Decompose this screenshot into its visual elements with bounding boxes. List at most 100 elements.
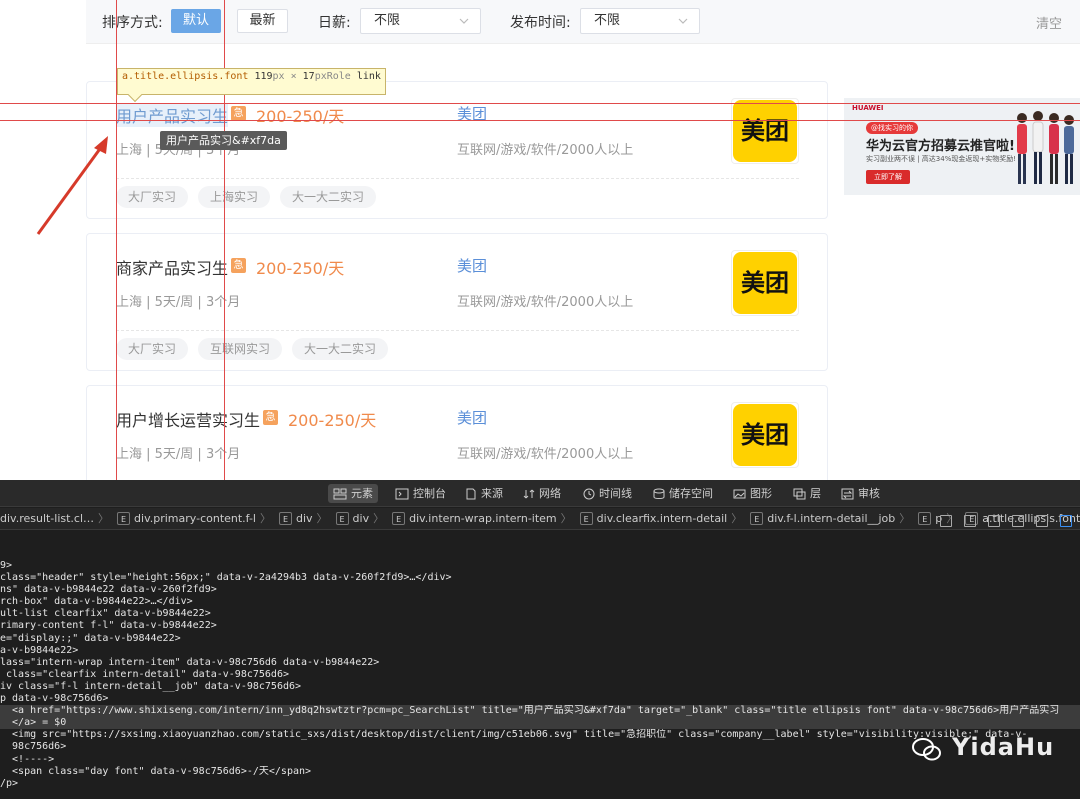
element-icon: E [117, 512, 131, 525]
layers-icon [793, 488, 806, 500]
ad-banner[interactable]: HUAWEI @找实习的你 华为云官方招募云推官啦! 实习副业两不误 | 高达3… [844, 98, 1080, 195]
inspect-height: 17 [302, 71, 315, 82]
dom-line[interactable]: ns" data-v-b9844e22 data-v-260f2fd9> [0, 584, 1080, 596]
publish-time-select-value: 不限 [594, 13, 621, 28]
company-industry: 互联网/游戏/软件/2000人以上 [457, 143, 634, 158]
dom-line[interactable]: lass="intern-wrap intern-item" data-v-98… [0, 657, 1080, 669]
company-logo[interactable]: 美团 [731, 250, 799, 316]
ad-badge: @找实习的你 [866, 122, 918, 134]
breadcrumb-item[interactable]: div.result-list.cl… 〉 [0, 508, 109, 529]
dom-line[interactable]: <span class="day font" data-v-98c756d6>-… [0, 766, 1080, 778]
job-title-link[interactable]: 用户增长运营实习生 [116, 407, 260, 431]
dom-line[interactable]: rimary-content f-l" data-v-b9844e22> [0, 620, 1080, 632]
tab-sources[interactable]: 来源 [460, 484, 508, 503]
breadcrumb-label: div.f-l.intern-detail__job [767, 512, 896, 525]
dom-line[interactable]: /p> [0, 778, 1080, 790]
print-icon[interactable] [964, 515, 976, 527]
dom-line[interactable]: rch-box" data-v-b9844e22>…</div> [0, 596, 1080, 608]
job-tag[interactable]: 互联网实习 [198, 338, 283, 360]
job-card[interactable]: 用户增长运营实习生 急 200-250/天 上海 | 5天/周 | 3个月 美团… [86, 385, 828, 495]
dom-line-selected[interactable]: <a href="https://www.shixiseng.com/inter… [0, 705, 1080, 718]
job-title-link[interactable]: 商家产品实习生 [116, 255, 228, 279]
clear-filters-link[interactable]: 清空 [1036, 13, 1062, 32]
element-icon: E [335, 512, 349, 525]
tab-audit[interactable]: 审核 [836, 484, 885, 503]
grid-icon[interactable] [940, 515, 952, 527]
inspect-width: 119 [254, 71, 273, 82]
breadcrumb-label: div.primary-content.f-l [134, 512, 256, 525]
dom-line[interactable]: p data-v-98c756d6> [0, 693, 1080, 705]
dom-line[interactable]: class="clearfix intern-detail" data-v-98… [0, 669, 1080, 681]
timeline-icon [583, 488, 595, 500]
tab-network[interactable]: 网络 [518, 484, 566, 503]
breadcrumb-item[interactable]: Ediv.primary-content.f-l 〉 [111, 508, 271, 529]
job-card[interactable]: 用户产品实习生 急 200-250/天 上海 | 5天/周 | 3个月 美团 互… [86, 81, 828, 219]
storage-icon [653, 488, 665, 499]
company-logo[interactable]: 美团 [731, 402, 799, 468]
company-logo[interactable]: 美团 [731, 98, 799, 164]
tab-timeline[interactable]: 时间线 [578, 484, 637, 503]
dom-line[interactable]: iv class="f-l intern-detail__job" data-v… [0, 681, 1080, 693]
pen-icon[interactable] [1036, 515, 1048, 527]
dom-line[interactable]: 9> [0, 560, 1080, 572]
inspect-times: × [284, 71, 303, 82]
salary-select[interactable]: 不限 [360, 8, 481, 34]
tab-label: 来源 [481, 487, 503, 500]
tab-storage[interactable]: 储存空间 [648, 484, 718, 503]
tab-label: 网络 [539, 487, 561, 500]
breadcrumb-label: div.intern-wrap.intern-item [409, 512, 557, 525]
tab-layers[interactable]: 层 [788, 484, 826, 503]
tab-label: 控制台 [413, 487, 446, 500]
huawei-logo: HUAWEI [852, 104, 884, 112]
job-salary: 200-250/天 [288, 411, 377, 430]
dom-line[interactable]: ult-list clearfix" data-v-b9844e22> [0, 608, 1080, 620]
sort-default-button[interactable]: 默认 [171, 9, 221, 33]
dock-sidebar-icon[interactable] [1060, 515, 1072, 527]
layout-icon[interactable] [1012, 515, 1024, 527]
wechat-icon [912, 738, 941, 761]
breadcrumb-label: div.result-list.cl… [0, 512, 95, 525]
job-card[interactable]: 商家产品实习生 急 200-250/天 上海 | 5天/周 | 3个月 美团 互… [86, 233, 828, 371]
inspect-selector: a.title.ellipsis.font [122, 71, 249, 82]
breadcrumb-item[interactable]: Ediv 〉 [273, 508, 328, 529]
screenshot-icon[interactable] [988, 515, 1000, 527]
dom-line[interactable]: a-v-b9844e22> [0, 645, 1080, 657]
urgent-badge-icon: 急 [231, 106, 246, 121]
tab-console[interactable]: 控制台 [390, 484, 451, 503]
breadcrumb-item[interactable]: Ediv.clearfix.intern-detail 〉 [574, 508, 742, 529]
company-industry: 互联网/游戏/软件/2000人以上 [457, 295, 634, 310]
salary-label: 日薪: [318, 15, 351, 31]
tab-label: 时间线 [599, 487, 632, 500]
urgent-badge-icon: 急 [231, 258, 246, 273]
job-tag[interactable]: 上海实习 [198, 186, 271, 208]
job-tag[interactable]: 大厂实习 [116, 338, 189, 360]
filter-bar: 排序方式: 默认 最新 日薪: 不限 发布时间: 不限 清空 [86, 0, 1080, 44]
title-tooltip: 用户产品实习&#xf7da [160, 131, 287, 150]
tab-graphics[interactable]: 图形 [728, 484, 777, 503]
company-link[interactable]: 美团 [457, 407, 487, 428]
company-industry: 互联网/游戏/软件/2000人以上 [457, 447, 634, 462]
dom-line-selected[interactable]: </a> = $0 [0, 717, 1080, 730]
publish-time-select[interactable]: 不限 [580, 8, 700, 34]
inspect-guide-top [0, 103, 1080, 104]
ad-cta-button[interactable]: 立即了解 [866, 170, 910, 184]
breadcrumb-item[interactable]: Ediv.intern-wrap.intern-item 〉 [386, 508, 572, 529]
console-icon [395, 488, 409, 500]
element-icon: E [278, 512, 292, 525]
job-tag[interactable]: 大厂实习 [116, 186, 189, 208]
job-meta: 上海 | 5天/周 | 3个月 [116, 447, 241, 462]
breadcrumb-item[interactable]: Ediv.f-l.intern-detail__job 〉 [744, 508, 910, 529]
company-link[interactable]: 美团 [457, 255, 487, 276]
sort-latest-button[interactable]: 最新 [237, 9, 288, 33]
card-divider [116, 178, 799, 179]
breadcrumb-item[interactable]: Ediv 〉 [330, 508, 384, 529]
tab-elements[interactable]: 元素 [328, 484, 378, 503]
element-icon: E [750, 512, 764, 525]
dom-line[interactable]: e="display:;" data-v-b9844e22> [0, 633, 1080, 645]
tab-label: 图形 [750, 487, 772, 500]
inspect-guide-bottom [0, 120, 1080, 121]
dom-line[interactable]: class="header" style="height:56px;" data… [0, 572, 1080, 584]
job-title-link[interactable]: 用户产品实习生 [116, 103, 229, 127]
job-tag[interactable]: 大一大二实习 [280, 186, 377, 208]
job-tag[interactable]: 大一大二实习 [292, 338, 389, 360]
